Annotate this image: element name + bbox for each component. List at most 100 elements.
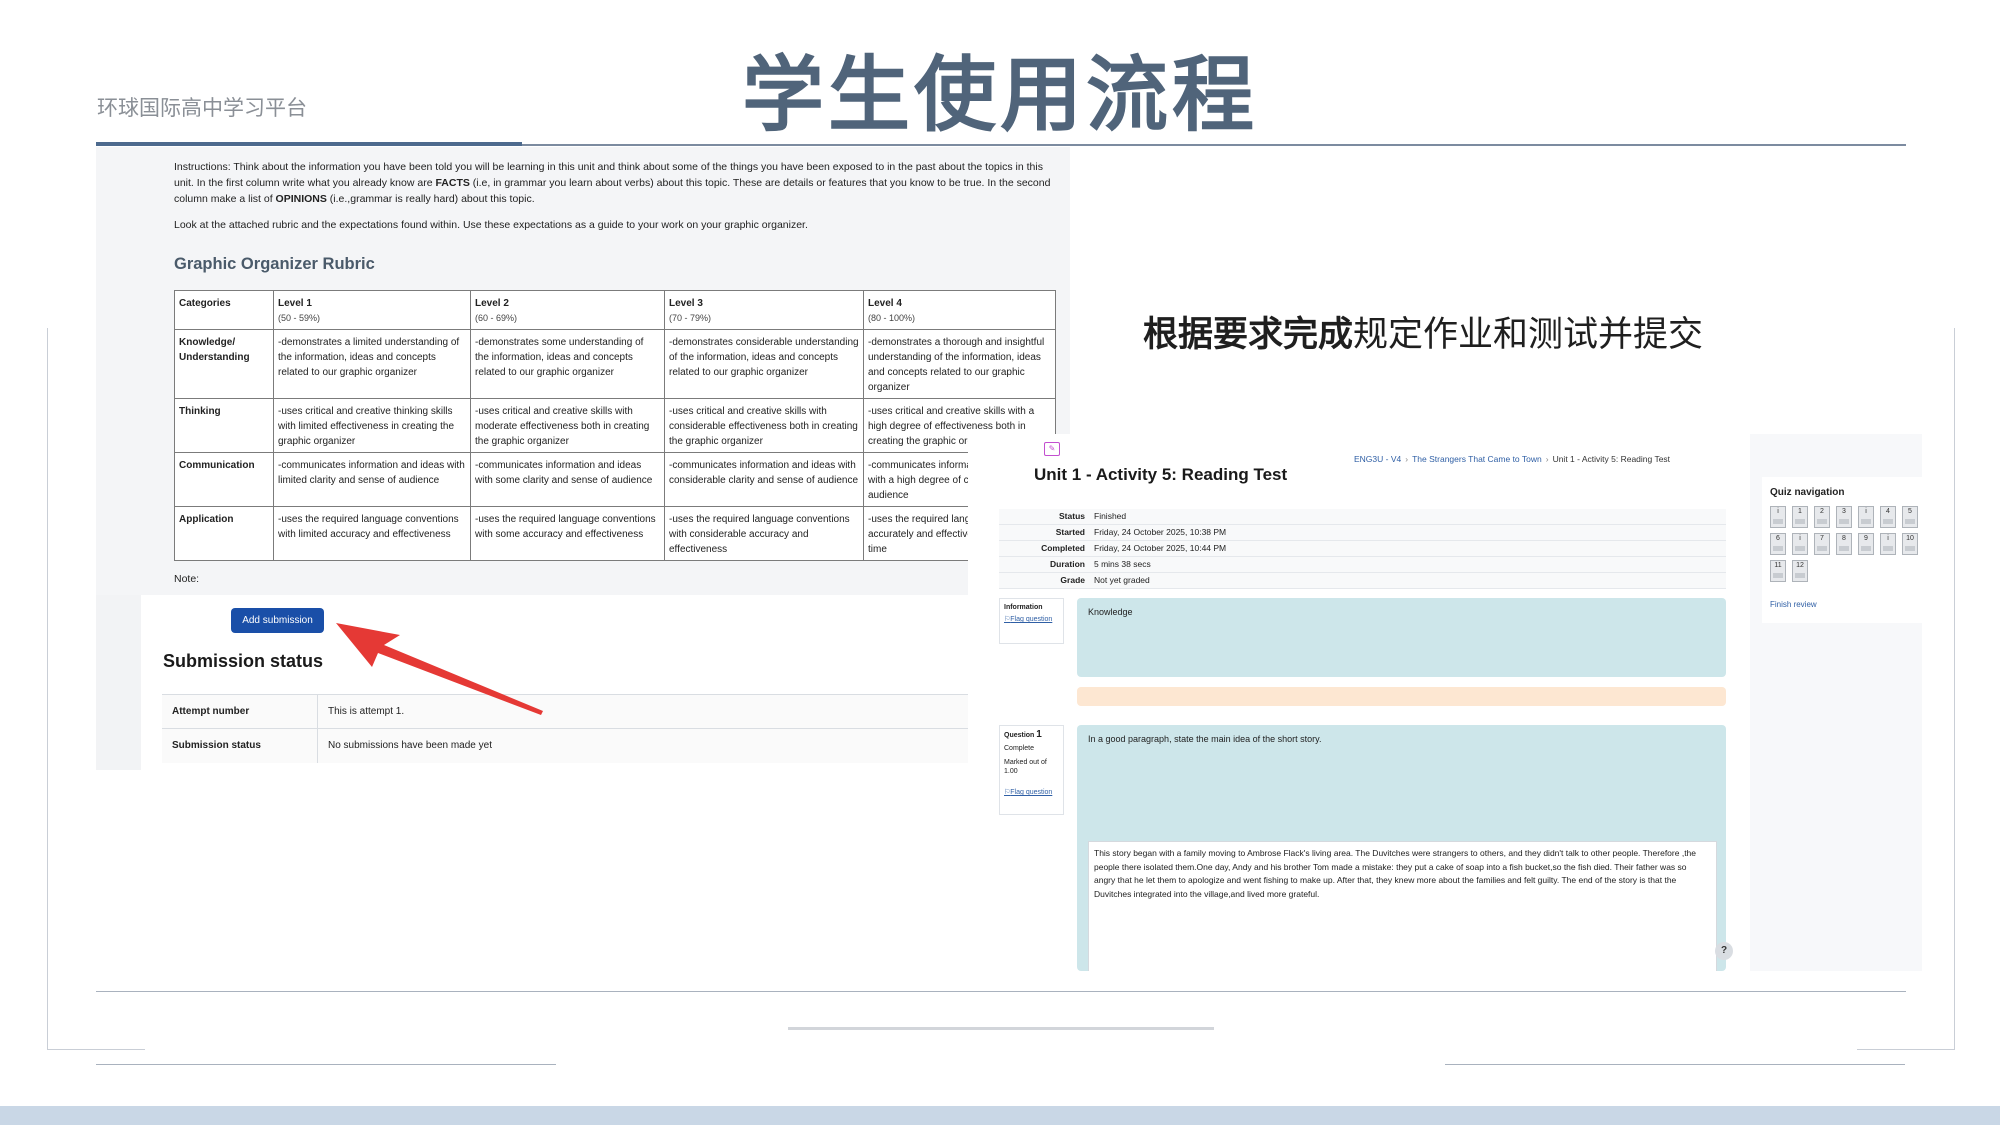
bottom-center-divider [788,1027,1214,1030]
rubric-category: Application [174,506,274,561]
question-label: Question 1 [1004,729,1042,740]
quiz-nav-button[interactable]: i [1792,533,1808,555]
question-marks: Marked out of 1.00 [1004,759,1047,775]
submission-status-heading: Submission status [163,651,324,671]
quiz-nav-button[interactable]: 8 [1836,533,1852,555]
information-footer-bar [1077,687,1726,706]
rubric-table: Categories Level 1 (50 - 59%) Level 2 (60 … [174,290,1056,561]
table-row: Submission status No submissions have be… [162,728,1088,763]
quiz-navigation-panel: Quiz navigation i 1 2 3 i 4 5 6 i 7 8 9 i 10 11 12 Fini… [1762,477,1922,623]
rubric-header: Level 4 (80 - 100%) [863,290,1056,330]
frame-bottom-right-line [1857,1049,1955,1050]
information-label: Information [1004,604,1043,611]
information-block-info: Information ⚐Flag question [999,598,1064,644]
summary-key: Status [1059,511,1085,521]
bottom-divider [96,991,1906,992]
quiz-nav-button[interactable]: i [1770,506,1786,528]
top-divider-accent [96,142,522,146]
summary-value: Friday, 24 October 2025, 10:38 PM [1094,527,1227,537]
rubric-cell: -demonstrates considerable understanding… [664,329,864,399]
quiz-nav-button[interactable]: 10 [1902,533,1918,555]
breadcrumb-link[interactable]: ENG3U - V4 [1354,454,1401,464]
rubric-title: Graphic Organizer Rubric [174,255,375,273]
quiz-nav-button[interactable]: 9 [1858,533,1874,555]
summary-key: Duration [1050,559,1085,569]
column-divider [317,729,318,763]
rubric-cell: -demonstrates a thorough and insightful … [863,329,1056,399]
status-value: No submissions have been made yet [328,740,492,751]
flag-question-link[interactable]: ⚐Flag question [1004,788,1052,797]
brand-name: 环球国际高中学习平台 [97,96,307,120]
rubric-cell: -communicates information and ideas with… [470,452,665,507]
rubric-row: Knowledge/ Understanding -demonstrates a… [174,329,1056,399]
frame-left-line [47,328,48,1050]
submission-status-table: Attempt number This is attempt 1. Submis… [162,694,1088,766]
rubric-header: Categories [174,290,274,330]
quiz-nav-button[interactable]: 2 [1814,506,1830,528]
rubric-cell: -uses the required language conventions … [470,506,665,561]
quiz-nav-button[interactable]: 5 [1902,506,1918,528]
slide-caption: 根据要求完成规定作业和测试并提交 [1143,306,1703,357]
add-submission-button[interactable]: Add submission [231,608,324,633]
status-key: Attempt number [172,706,250,717]
breadcrumb-current: Unit 1 - Activity 5: Reading Test [1552,454,1671,464]
rubric-cell: -demonstrates some understanding of the … [470,329,665,399]
quiz-icon: ✎ [1044,442,1060,456]
bottom-right-divider [1445,1064,1905,1065]
quiz-navigation-title: Quiz navigation [1770,487,1845,498]
rubric-row: Communication -communicates information … [174,452,1056,507]
quiz-nav-button[interactable]: i [1880,533,1896,555]
assignment-screenshot: Instructions: Think about the informatio… [96,147,1088,770]
rubric-row: Thinking -uses critical and creative thi… [174,398,1056,453]
answer-text-area[interactable]: This story began with a family moving to… [1088,841,1717,971]
quiz-nav-button[interactable]: 1 [1792,506,1808,528]
quiz-nav-button[interactable]: 6 [1770,533,1786,555]
rubric-category: Thinking [174,398,274,453]
table-row: Completed Friday, 24 October 2025, 10:44 … [999,541,1726,557]
information-content: Knowledge [1088,607,1133,617]
quiz-nav-button[interactable]: i [1858,506,1874,528]
slide-title: 学生使用流程 [741,48,1258,143]
question-state: Complete [1004,745,1034,752]
breadcrumb: ENG3U - V4 › The Strangers That Came to To… [1354,454,1670,464]
answer-text: This story began with a family moving to… [1094,848,1697,899]
quiz-nav-button[interactable]: 7 [1814,533,1830,555]
question-prompt: In a good paragraph, state the main idea… [1088,734,1322,744]
rubric-header: Level 1 (50 - 59%) [273,290,471,330]
summary-key: Started [1055,527,1085,537]
question-1-info: Question 1 Complete Marked out of 1.00 ⚐… [999,725,1064,815]
rubric-category: Communication [174,452,274,507]
quiz-nav-button[interactable]: 3 [1836,506,1852,528]
finish-review-link[interactable]: Finish review [1770,600,1817,609]
breadcrumb-separator: › [1545,454,1549,464]
summary-key: Grade [1060,575,1085,585]
information-content-box: Knowledge [1077,598,1726,677]
quiz-nav-button[interactable]: 4 [1880,506,1896,528]
red-arrow-icon [336,623,543,715]
summary-value: Not yet graded [1094,575,1150,585]
breadcrumb-link[interactable]: The Strangers That Came to Town [1412,454,1542,464]
table-row: Grade Not yet graded [999,573,1726,589]
rubric-header: Level 3 (70 - 79%) [664,290,864,330]
rubric-cell: -uses critical and creative thinking ski… [273,398,471,453]
quiz-review-screenshot: ✎ Unit 1 - Activity 5: Reading Test ENG3… [968,434,1922,971]
instructions: Instructions: Think about the informatio… [174,159,1054,243]
bottom-left-divider [96,1064,556,1065]
rubric-cell: -demonstrates a limited understanding of… [273,329,471,399]
table-row: Status Finished [999,509,1726,525]
rubric-cell: -uses the required language conventions … [664,506,864,561]
help-icon[interactable]: ? [1715,942,1733,960]
table-row: Duration 5 mins 38 secs [999,557,1726,573]
breadcrumb-separator: › [1405,454,1409,464]
quiz-nav-button[interactable]: 11 [1770,560,1786,582]
instructions-paragraph: Instructions: Think about the informatio… [174,161,1051,205]
rubric-cell: -uses critical and creative skills with … [664,398,864,453]
assignment-sidebar-strip [96,595,141,770]
frame-right-line [1954,328,1955,1050]
summary-value: Finished [1094,511,1127,521]
quiz-nav-button[interactable]: 12 [1792,560,1808,582]
flag-question-link[interactable]: ⚐Flag question [1004,615,1052,624]
footer-band [0,1106,2000,1125]
rubric-cell: -uses the required language conventions … [273,506,471,561]
summary-value: Friday, 24 October 2025, 10:44 PM [1094,543,1227,553]
